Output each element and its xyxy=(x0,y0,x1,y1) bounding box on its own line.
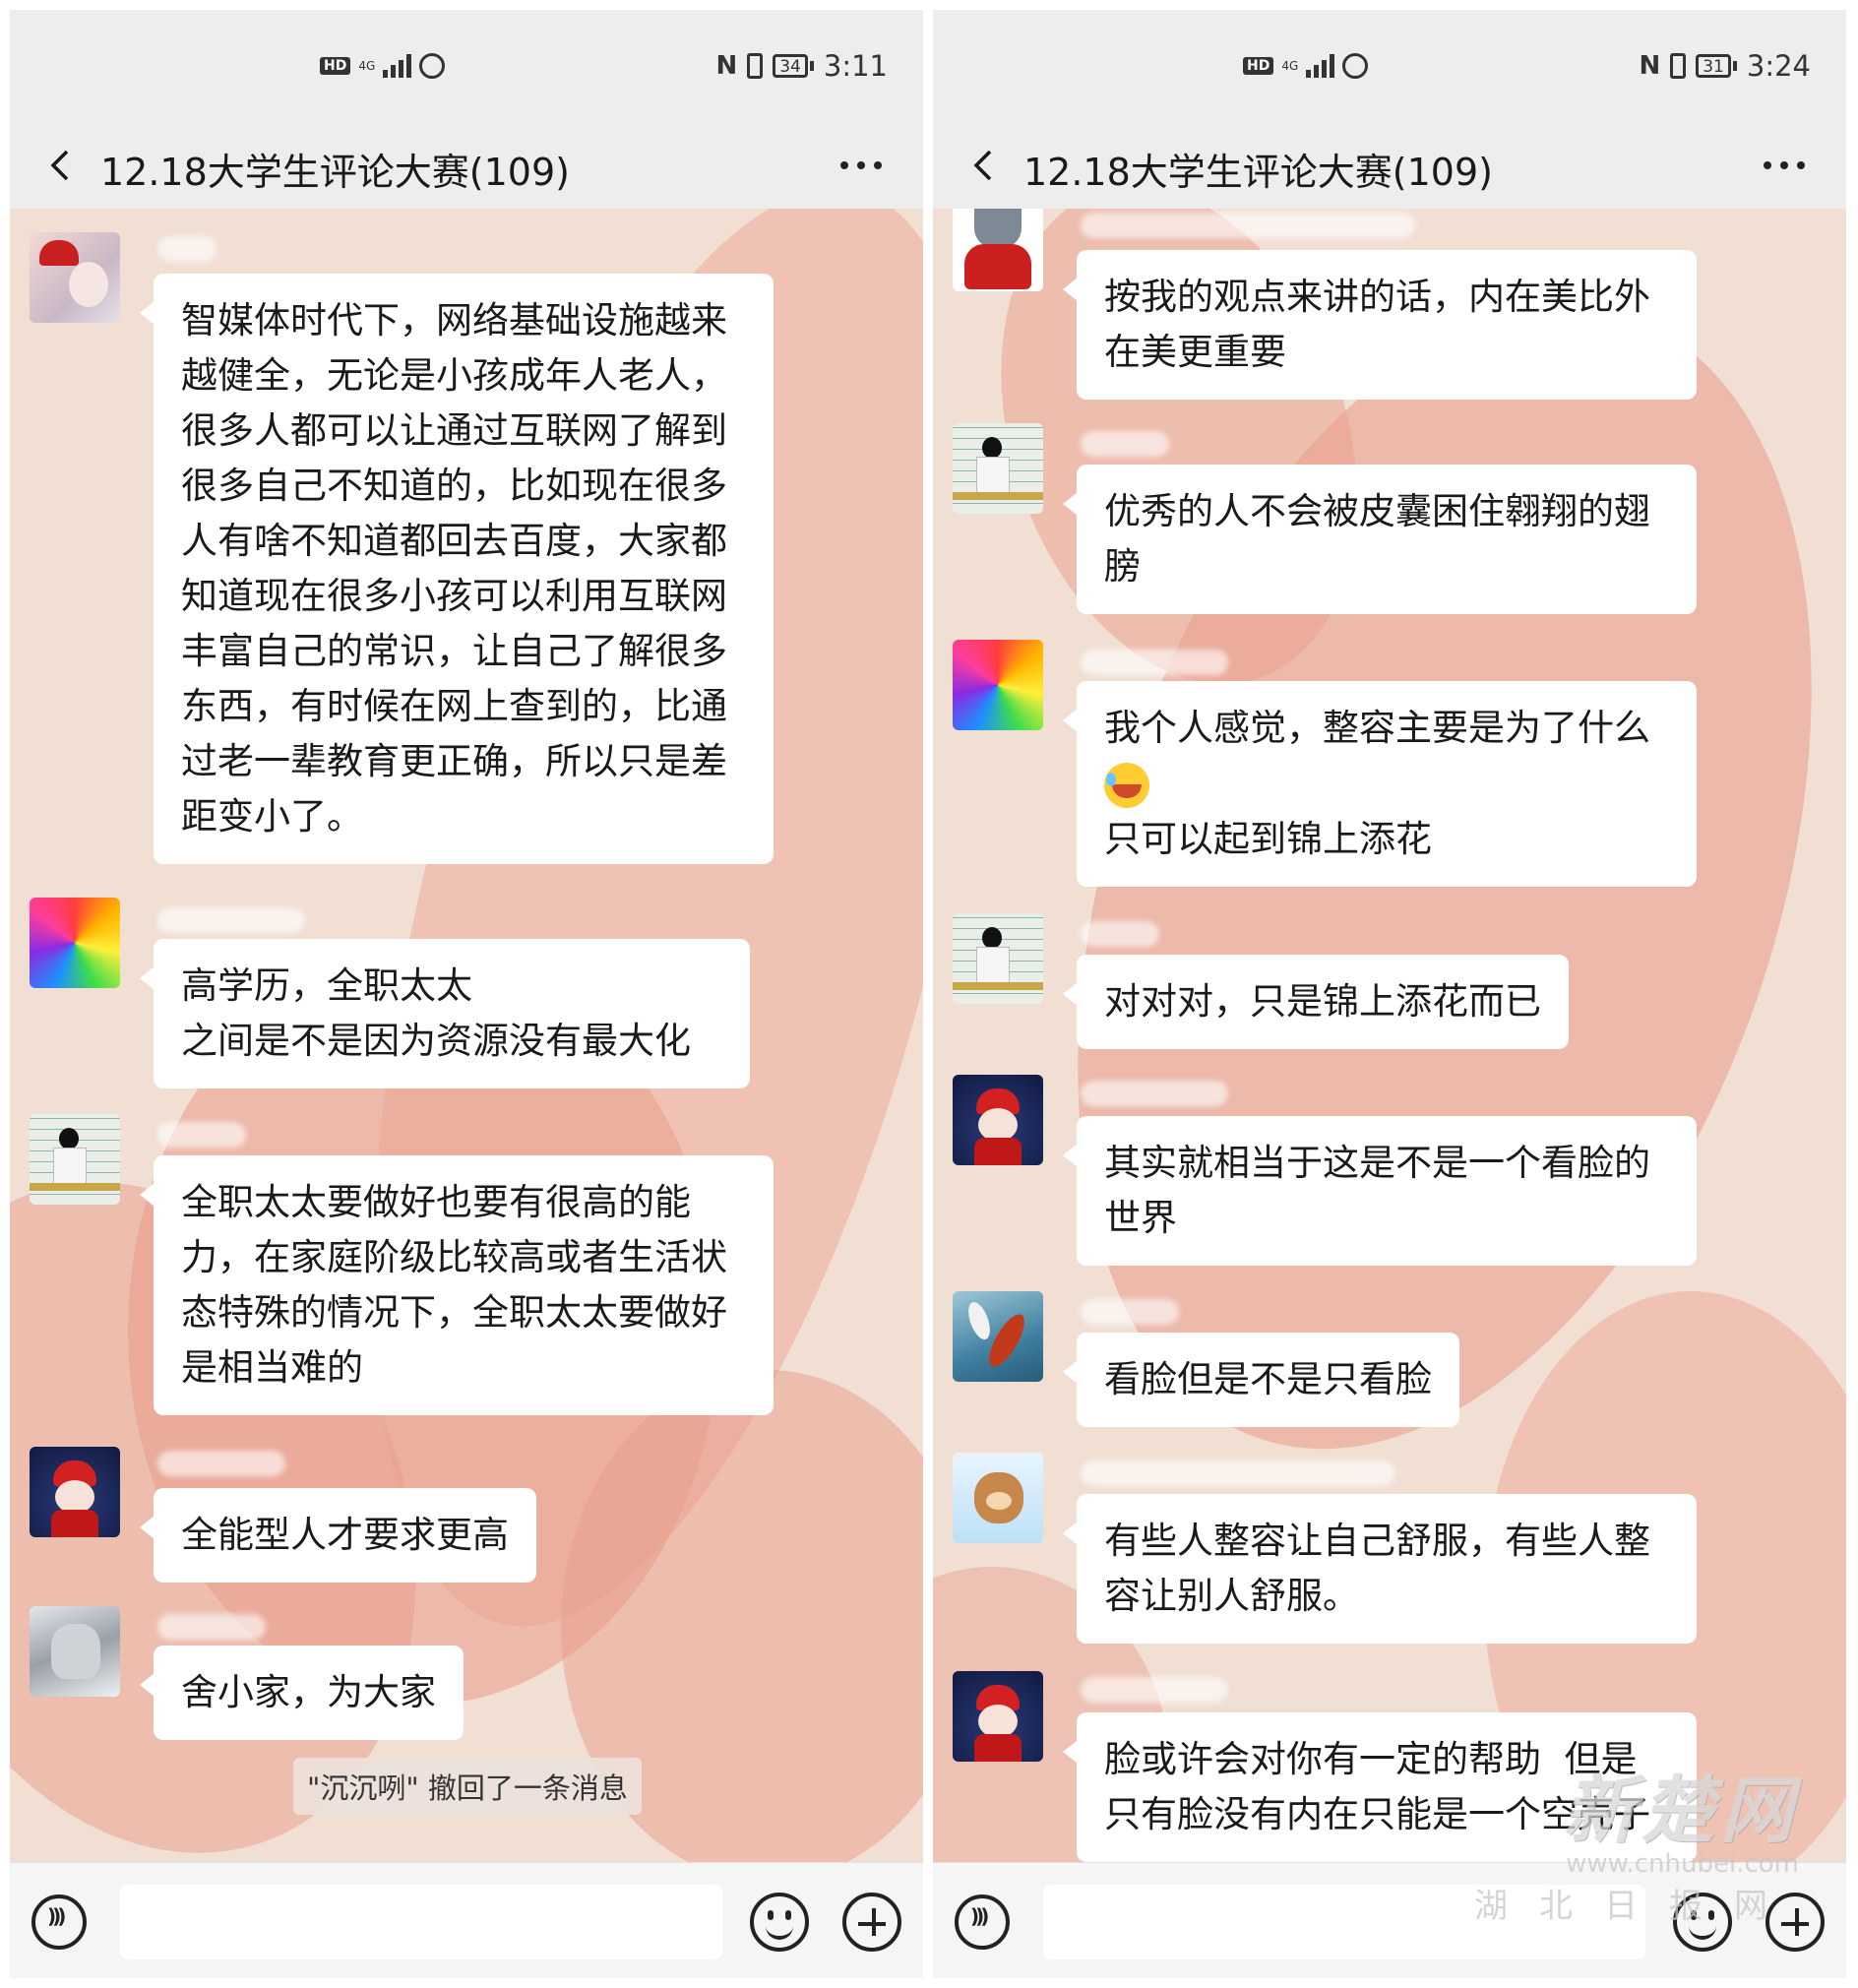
status-bar: HD 4G Ν 34 3:11 xyxy=(10,10,923,124)
message-text: 高学历，全职太太 之间是不是因为资源没有最大化 xyxy=(181,964,691,1062)
nfc-icon: Ν xyxy=(715,51,738,81)
nav-bar: 12.18大学生评论大赛(109) xyxy=(10,124,923,209)
recall-notice: "沉沉咧" 撤回了一条消息 xyxy=(293,1758,642,1815)
message-text: 有些人整容让自己舒服，有些人整 容让别人舒服。 xyxy=(1104,1520,1650,1617)
hand-icon xyxy=(419,53,446,79)
battery-icon: 31 xyxy=(1696,54,1737,78)
message-bubble[interactable]: 舍小家，为大家 xyxy=(140,1646,464,1740)
hand-icon xyxy=(1342,53,1369,79)
message-bubble[interactable]: 全能型人才要求更高 xyxy=(140,1488,536,1583)
avatar[interactable] xyxy=(953,209,1043,291)
message-text: 智媒体时代下，网络基础设施越来 越健全，无论是小孩成年人老人， 很多人都可以让通… xyxy=(181,299,727,838)
message-text: 优秀的人不会被皮囊困住翱翔的翅 膀 xyxy=(1104,490,1650,588)
message-text: 全能型人才要求更高 xyxy=(181,1514,509,1556)
watermark-url: www.cnhubei.com xyxy=(1566,1849,1799,1879)
hd-icon: HD xyxy=(1243,57,1274,75)
voice-input-icon[interactable] xyxy=(31,1895,87,1950)
avatar[interactable] xyxy=(953,1291,1043,1382)
message-text: 只可以起到锦上添花 xyxy=(1104,817,1432,860)
message-text: 其实就相当于这是不是一个看脸的 世界 xyxy=(1104,1142,1650,1239)
avatar[interactable] xyxy=(953,913,1043,1004)
vibrate-icon xyxy=(1670,53,1687,79)
chat-screen-left: HD 4G Ν 34 3:11 12.18大学生评论大赛(109) 智媒体时代下… xyxy=(10,10,923,1978)
avatar[interactable] xyxy=(953,640,1043,730)
back-arrow-icon[interactable] xyxy=(964,146,1004,185)
nickname-blurred xyxy=(1081,650,1228,675)
vibrate-icon xyxy=(747,53,764,79)
more-functions-plus-icon[interactable] xyxy=(842,1893,901,1952)
more-options-icon[interactable] xyxy=(1764,161,1805,169)
avatar[interactable] xyxy=(953,423,1043,514)
signal-icon xyxy=(383,54,412,78)
back-arrow-icon[interactable] xyxy=(41,146,81,185)
message-bubble[interactable]: 高学历，全职太太 之间是不是因为资源没有最大化 xyxy=(140,939,750,1088)
avatar[interactable] xyxy=(30,232,120,323)
nickname-blurred xyxy=(1081,921,1159,947)
message-input[interactable] xyxy=(120,1885,722,1959)
avatar[interactable] xyxy=(953,1671,1043,1762)
avatar[interactable] xyxy=(30,898,120,988)
nickname-blurred xyxy=(157,907,305,933)
input-bar xyxy=(10,1862,923,1978)
message-text: 对对对，只是锦上添花而已 xyxy=(1104,980,1541,1023)
message-bubble[interactable]: 对对对，只是锦上添花而已 xyxy=(1063,955,1569,1049)
voice-input-icon[interactable] xyxy=(955,1895,1010,1950)
battery-icon: 34 xyxy=(773,54,814,78)
message-text: 按我的观点来讲的话，内在美比外 在美更重要 xyxy=(1104,276,1650,373)
nav-bar: 12.18大学生评论大赛(109) xyxy=(933,124,1846,209)
status-bar: HD 4G Ν 31 3:24 xyxy=(933,10,1846,124)
avatar[interactable] xyxy=(30,1114,120,1205)
nickname-blurred xyxy=(157,1122,246,1148)
message-bubble[interactable]: 智媒体时代下，网络基础设施越来 越健全，无论是小孩成年人老人， 很多人都可以让通… xyxy=(140,274,774,864)
avatar[interactable] xyxy=(30,1606,120,1697)
network-type: 4G xyxy=(358,59,376,73)
laughing-crying-emoji-icon xyxy=(1104,762,1149,808)
emoji-icon[interactable] xyxy=(750,1893,809,1952)
message-text: 我个人感觉，整容主要是为了什么 xyxy=(1104,707,1650,749)
avatar[interactable] xyxy=(953,1453,1043,1543)
watermark-subtitle: 湖北日报网 xyxy=(1474,1887,1799,1926)
avatar[interactable] xyxy=(30,1447,120,1537)
battery-level: 34 xyxy=(773,54,808,78)
chat-title: 12.18大学生评论大赛(109) xyxy=(1023,151,1493,194)
nickname-blurred xyxy=(157,1614,266,1640)
site-watermark: 新楚网 www.cnhubei.com 湖北日报网 xyxy=(1474,1752,1799,1927)
nickname-blurred xyxy=(1081,431,1169,457)
chat-title: 12.18大学生评论大赛(109) xyxy=(100,151,570,194)
nickname-blurred xyxy=(157,1451,285,1476)
message-bubble[interactable]: 看脸但是不是只看脸 xyxy=(1063,1333,1459,1427)
message-bubble[interactable]: 有些人整容让自己舒服，有些人整 容让别人舒服。 xyxy=(1063,1494,1697,1644)
network-type: 4G xyxy=(1281,59,1299,73)
nickname-blurred xyxy=(1081,1460,1395,1486)
message-bubble[interactable]: 其实就相当于这是不是一个看脸的 世界 xyxy=(1063,1116,1697,1266)
signal-icon xyxy=(1306,54,1335,78)
message-bubble[interactable]: 优秀的人不会被皮囊困住翱翔的翅 膀 xyxy=(1063,465,1697,614)
avatar[interactable] xyxy=(953,1075,1043,1165)
chat-screen-right: HD 4G Ν 31 3:24 12.18大学生评论大赛(109) 按我的观点来… xyxy=(933,10,1846,1978)
message-bubble[interactable]: 按我的观点来讲的话，内在美比外 在美更重要 xyxy=(1063,250,1697,400)
battery-level: 31 xyxy=(1696,54,1731,78)
nickname-blurred xyxy=(1081,1677,1228,1703)
nickname-blurred xyxy=(157,236,217,262)
status-time: 3:24 xyxy=(1746,49,1811,83)
message-text: 舍小家，为大家 xyxy=(181,1671,436,1713)
nickname-blurred xyxy=(1081,213,1415,238)
message-bubble[interactable]: 我个人感觉，整容主要是为了什么 只可以起到锦上添花 xyxy=(1063,681,1697,887)
watermark-logo: 新楚网 xyxy=(1563,1769,1799,1853)
more-options-icon[interactable] xyxy=(840,161,882,169)
message-bubble[interactable]: 全职太太要做好也要有很高的能 力，在家庭阶级比较高或者生活状 态特殊的情况下，全… xyxy=(140,1155,774,1415)
hd-icon: HD xyxy=(320,57,351,75)
status-time: 3:11 xyxy=(823,49,888,83)
nickname-blurred xyxy=(1081,1081,1228,1106)
nfc-icon: Ν xyxy=(1639,51,1661,81)
message-text: 全职太太要做好也要有很高的能 力，在家庭阶级比较高或者生活状 态特殊的情况下，全… xyxy=(181,1181,727,1389)
nickname-blurred xyxy=(1081,1299,1179,1325)
message-text: 看脸但是不是只看脸 xyxy=(1104,1358,1432,1400)
